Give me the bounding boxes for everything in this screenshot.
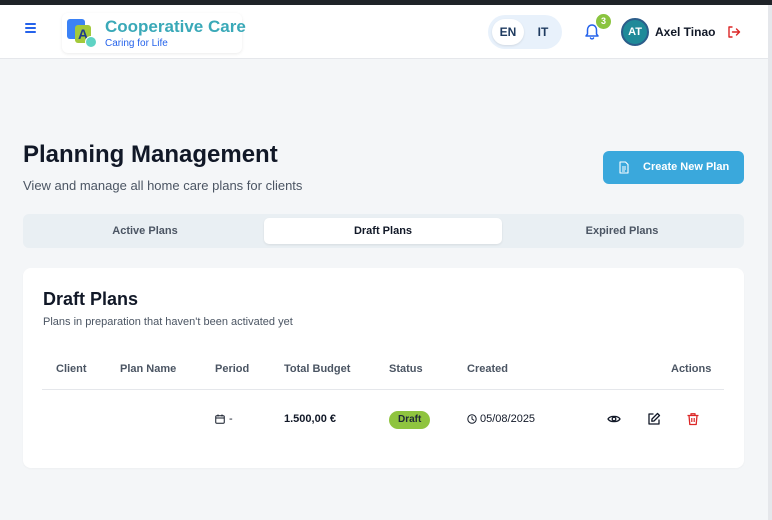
language-switcher: EN IT — [488, 15, 562, 49]
tab-active-plans[interactable]: Active Plans — [26, 218, 264, 244]
card-title: Draft Plans — [43, 289, 139, 309]
column-header-total-budget[interactable]: Total Budget — [284, 363, 350, 375]
edit-icon[interactable] — [647, 412, 661, 426]
column-header-period[interactable]: Period — [215, 363, 249, 375]
table-header-divider — [42, 389, 724, 390]
plan-tabs: Active Plans Draft Plans Expired Plans — [23, 214, 744, 248]
page-title: Planning Management — [23, 141, 278, 168]
status-badge: Draft — [389, 411, 431, 429]
hamburger-menu-icon[interactable] — [25, 23, 39, 39]
cell-created: 05/08/2025 — [480, 413, 536, 425]
column-header-client[interactable]: Client — [56, 363, 87, 375]
user-name[interactable]: Axel Tinao — [655, 25, 715, 39]
language-it-button[interactable]: IT — [527, 19, 559, 45]
avatar[interactable]: AT — [621, 18, 649, 46]
cell-period: - — [229, 413, 233, 425]
column-header-status[interactable]: Status — [389, 363, 423, 375]
column-header-created[interactable]: Created — [467, 363, 508, 375]
app-header: A Cooperative Care Caring for Life EN IT… — [0, 5, 772, 59]
column-header-plan-name[interactable]: Plan Name — [120, 363, 176, 375]
draft-plans-card: Draft Plans Plans in preparation that ha… — [23, 268, 744, 468]
tab-expired-plans[interactable]: Expired Plans — [503, 218, 741, 244]
clock-icon — [467, 414, 477, 424]
create-new-plan-label: Create New Plan — [643, 161, 730, 173]
create-new-plan-button[interactable]: Create New Plan — [603, 151, 744, 184]
column-header-actions: Actions — [671, 363, 712, 375]
logout-icon[interactable] — [727, 25, 741, 39]
notification-count-badge: 3 — [596, 14, 611, 29]
tab-draft-plans[interactable]: Draft Plans — [264, 218, 502, 244]
page-subtitle: View and manage all home care plans for … — [23, 178, 303, 193]
brand-title: Cooperative Care — [105, 17, 246, 36]
brand-subtitle: Caring for Life — [105, 38, 168, 49]
eye-icon[interactable] — [607, 412, 621, 426]
card-subtitle: Plans in preparation that haven't been a… — [43, 316, 293, 328]
document-icon — [619, 161, 629, 174]
scrollbar[interactable] — [768, 5, 772, 520]
cell-total-budget: 1.500,00 € — [284, 413, 336, 425]
trash-icon[interactable] — [686, 412, 700, 426]
language-en-button[interactable]: EN — [492, 19, 524, 45]
calendar-icon — [215, 414, 225, 424]
logo-icon: A — [67, 19, 97, 49]
brand-logo[interactable]: A Cooperative Care Caring for Life — [62, 13, 246, 53]
